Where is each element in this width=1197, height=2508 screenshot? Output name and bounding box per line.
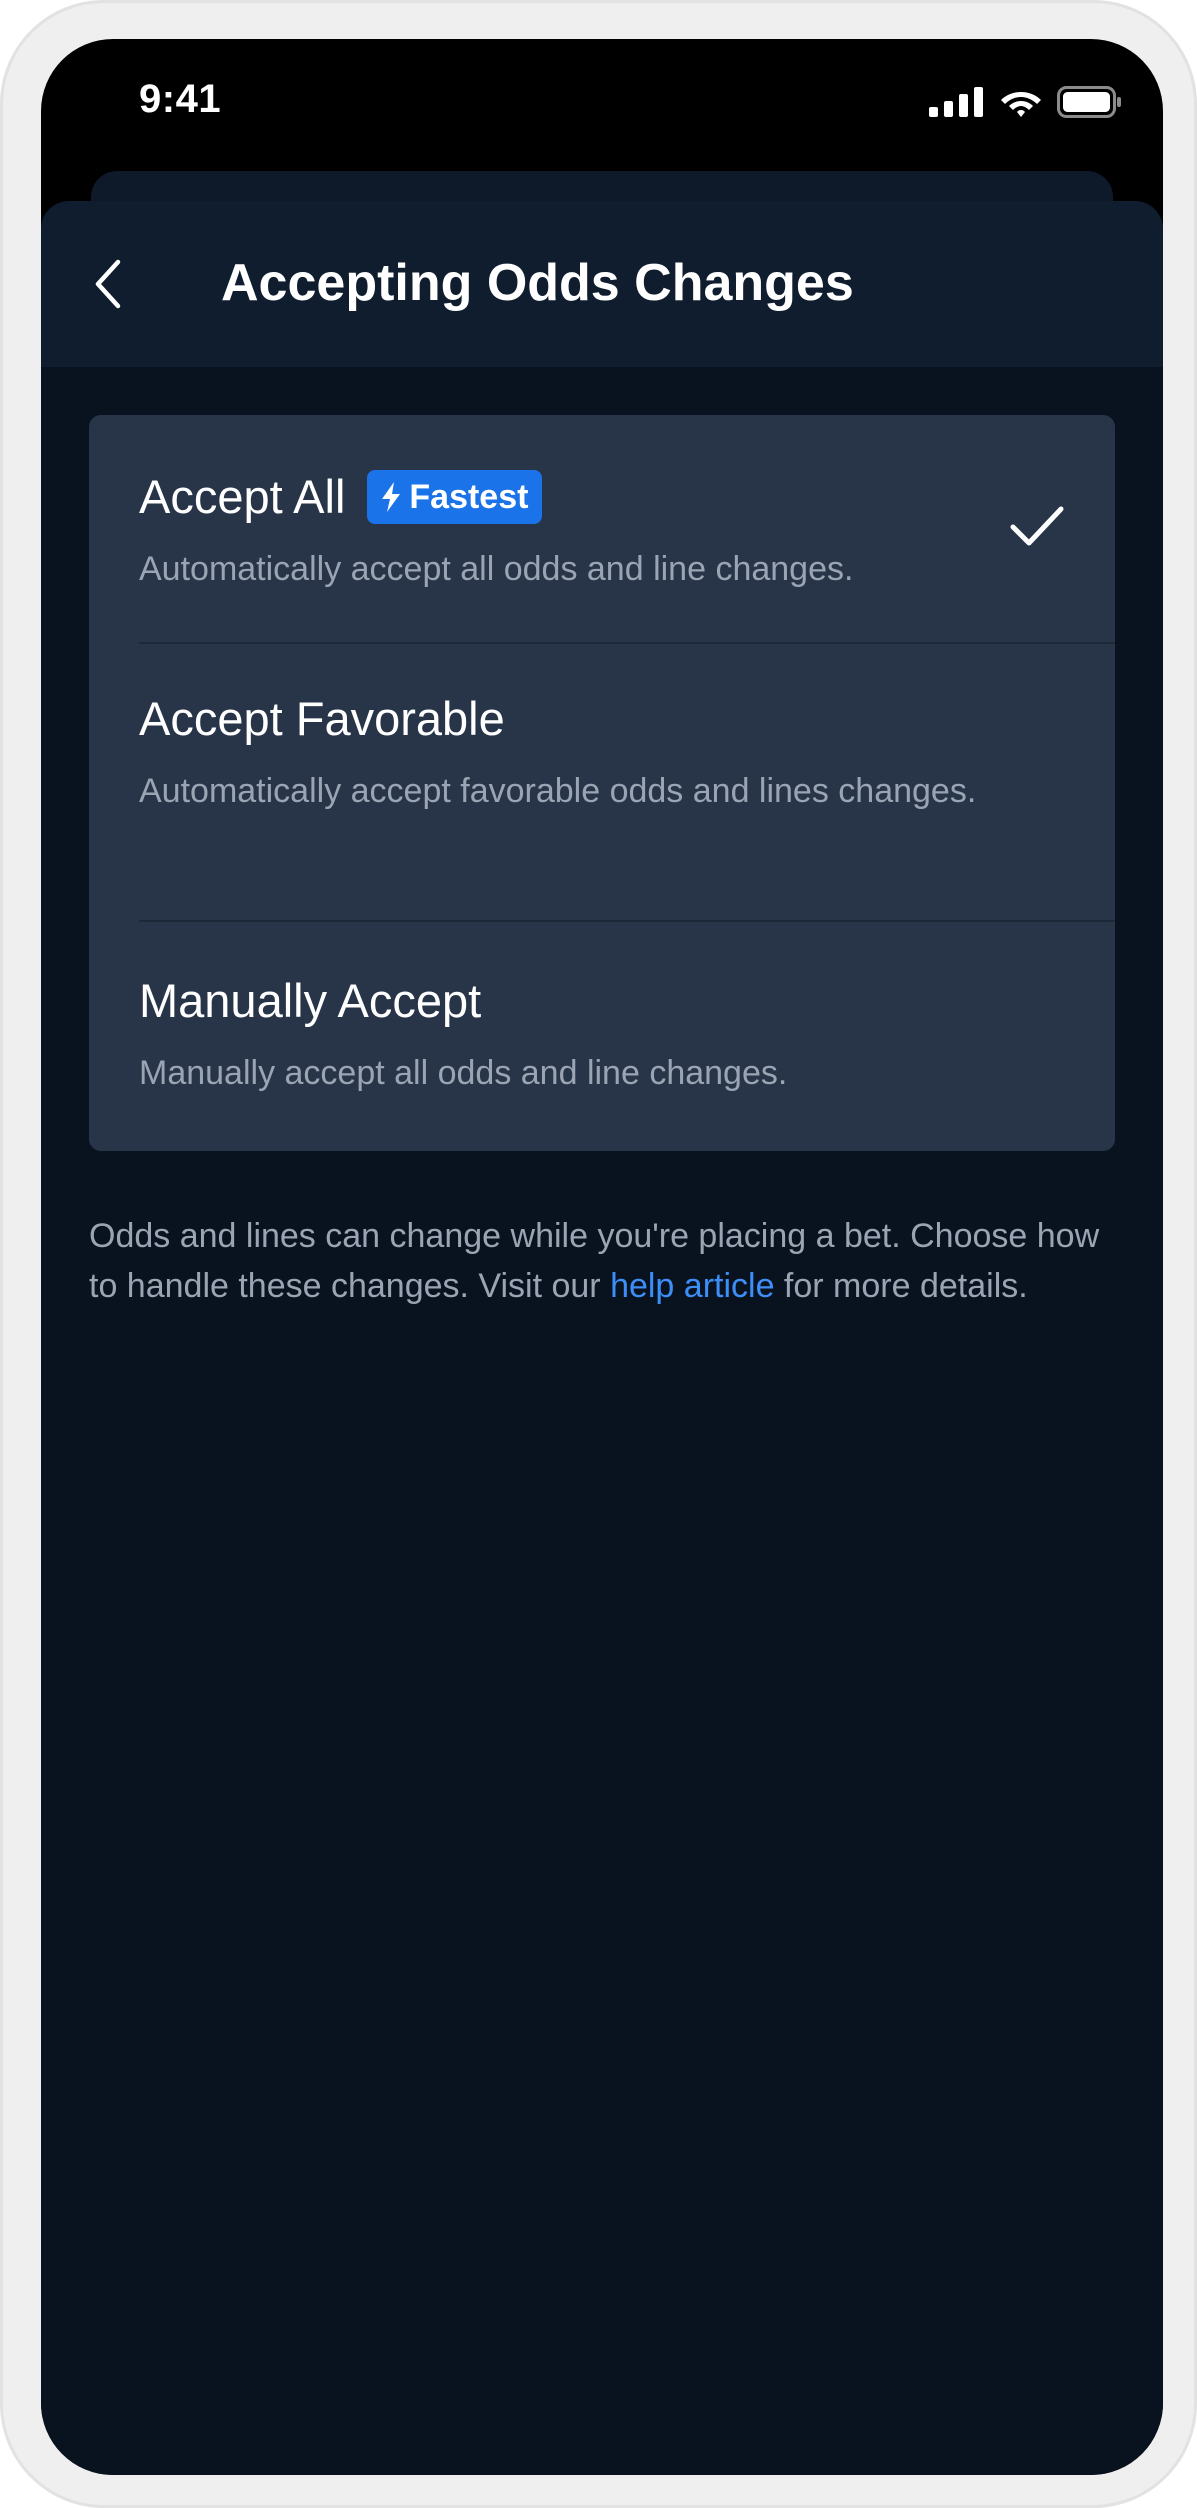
- option-title: Accept All: [139, 470, 346, 523]
- wifi-icon: [1001, 92, 1041, 117]
- footnote-text-end: for more details.: [774, 1267, 1028, 1305]
- status-time: 9:41: [139, 77, 222, 121]
- option-accept-favorable[interactable]: Accept Favorable Automatically accept fa…: [89, 643, 1115, 921]
- phone-frame: 9:41 Accepting Odds Changes Accept All F…: [0, 0, 1197, 2508]
- option-title-row: Manually Accept: [139, 973, 481, 1029]
- option-accept-all[interactable]: Accept All Fastest Automatically accept …: [89, 415, 1115, 643]
- option-description: Automatically accept all odds and line c…: [139, 550, 854, 588]
- checkmark-icon: [1010, 506, 1064, 546]
- badge-label: Fastest: [409, 477, 529, 516]
- status-icons: [929, 86, 1123, 118]
- back-button[interactable]: [75, 251, 141, 317]
- option-description: Manually accept all odds and line change…: [139, 1054, 788, 1092]
- status-bar: 9:41: [41, 39, 1163, 169]
- chevron-left-icon: [95, 259, 121, 309]
- help-footnote: Odds and lines can change while you're p…: [89, 1211, 1115, 1311]
- fastest-badge: Fastest: [367, 470, 543, 524]
- battery-icon: [1057, 86, 1121, 118]
- phone-screen: 9:41 Accepting Odds Changes Accept All F…: [41, 39, 1163, 2475]
- options-card: Accept All Fastest Automatically accept …: [89, 415, 1115, 1151]
- option-title: Manually Accept: [139, 974, 482, 1027]
- page-title: Accepting Odds Changes: [221, 254, 854, 312]
- signal-icon: [929, 87, 983, 117]
- option-title: Accept Favorable: [139, 692, 505, 745]
- help-article-link[interactable]: help article: [610, 1267, 774, 1305]
- option-manually-accept[interactable]: Manually Accept Manually accept all odds…: [89, 921, 1115, 1151]
- option-description: Automatically accept favorable odds and …: [139, 772, 977, 810]
- lightning-icon: [379, 480, 403, 514]
- settings-sheet: Accepting Odds Changes Accept All Fastes…: [41, 201, 1163, 2475]
- nav-header: Accepting Odds Changes: [41, 201, 1163, 367]
- option-title-row: Accept All Fastest: [139, 469, 543, 525]
- option-title-row: Accept Favorable: [139, 691, 505, 747]
